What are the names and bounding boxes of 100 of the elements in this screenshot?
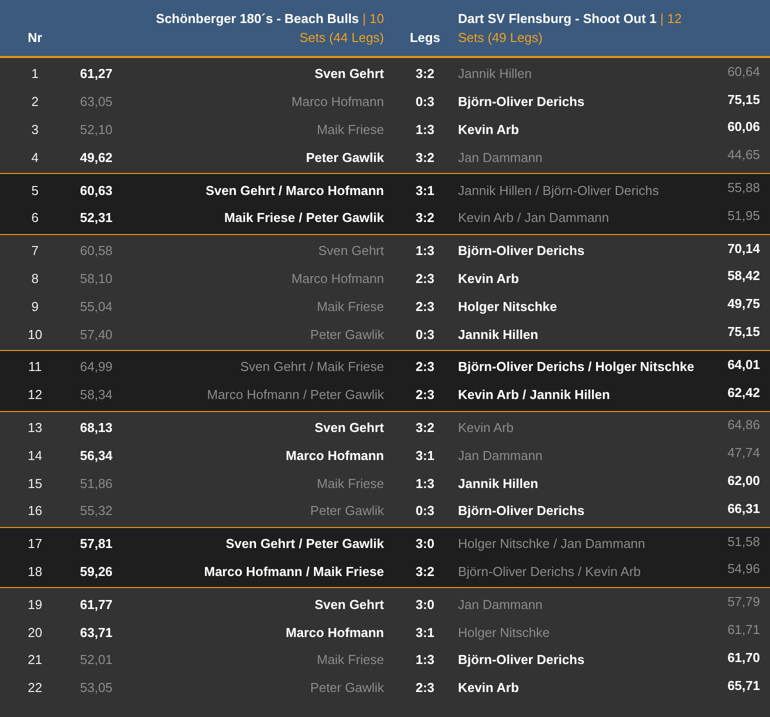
- table-cell-text: Jannik Hillen: [457, 326, 540, 342]
- table-cell-text: 2:3: [414, 270, 436, 286]
- table-cell-text: Björn-Oliver Derichs / Holger Nitschke: [457, 359, 696, 374]
- table-cell-text: 5: [30, 182, 40, 198]
- table-cell-text: 1:3: [414, 476, 436, 491]
- table-cell-text: 3:2: [414, 66, 436, 82]
- table-cell-text: 14: [26, 448, 44, 463]
- table-cell-text: Kevin Arb / Jannik Hillen: [457, 387, 611, 402]
- table-cell-text: 68,13: [79, 420, 114, 435]
- table-cell-text: 60,64: [726, 64, 761, 79]
- table-cell-text: 3:1: [414, 182, 436, 198]
- table-cell-text: Jan Dammann: [457, 596, 544, 612]
- table-cell-text: Sven Gehrt: [314, 66, 385, 82]
- table-cell-text: 64,86: [726, 417, 761, 432]
- table-cell-text: Maik Friese: [316, 298, 385, 314]
- table-cell-text: Jannik Hillen / Björn-Oliver Derichs: [457, 182, 660, 198]
- table-cell-text: 61,27: [79, 66, 114, 82]
- team-score: | 10: [362, 11, 384, 26]
- table-cell-text: Björn-Oliver Derichs: [457, 94, 586, 110]
- table-cell-text: 3: [30, 122, 40, 137]
- table-cell-text: Jan Dammann: [457, 448, 544, 463]
- column-header: Legs: [408, 28, 442, 44]
- table-cell-text: 1:3: [414, 122, 436, 137]
- table-cell-text: 58,34: [79, 387, 114, 402]
- table-cell-text: 2:3: [414, 359, 436, 374]
- table-cell-text: 4: [30, 150, 40, 165]
- table-cell-text: Peter Gawlik: [309, 326, 385, 342]
- table-cell-text: 61,70: [726, 650, 761, 665]
- table-cell-text: Jan Dammann: [457, 150, 544, 165]
- table-cell-text: 2:3: [414, 298, 436, 314]
- table-cell-text: 0:3: [414, 94, 436, 110]
- table-cell-text: Holger Nitschke: [457, 624, 551, 640]
- team-name: Schönberger 180´s - Beach Bulls: [156, 11, 359, 26]
- table-cell-text: 60,06: [726, 119, 761, 134]
- table-cell-text: 57,79: [726, 594, 761, 610]
- table-cell-text: 59,26: [79, 564, 114, 579]
- table-cell-text: Marco Hofmann: [284, 624, 385, 640]
- table-cell-text: 2: [30, 94, 40, 110]
- table-cell-text: 75,15: [726, 92, 761, 107]
- table-cell-text: 0:3: [414, 326, 436, 342]
- table-cell-text: 60,58: [79, 243, 114, 258]
- table-cell-text: 1:3: [414, 243, 436, 258]
- table-cell-text: 61,71: [726, 622, 761, 638]
- table-cell-text: 20: [26, 624, 44, 640]
- column-header: Nr: [26, 28, 44, 44]
- table-cell-text: Marco Hofmann: [290, 94, 385, 110]
- table-cell-text: 54,96: [726, 561, 761, 576]
- table-cell-text: 57,40: [79, 326, 114, 342]
- table-cell-text: 3:0: [414, 536, 436, 552]
- table-cell-text: 6: [30, 210, 40, 226]
- table-cell-text: Björn-Oliver Derichs: [457, 243, 586, 258]
- table-cell-text: 3:1: [414, 448, 436, 463]
- table-cell-text: 64,99: [79, 359, 114, 374]
- table-cell-text: 3:2: [414, 420, 436, 435]
- table-cell-text: 52,01: [79, 652, 114, 668]
- table-cell-text: Sven Gehrt / Marco Hofmann: [204, 182, 385, 198]
- table-cell-text: Björn-Oliver Derichs: [457, 652, 586, 668]
- table-cell-text: Kevin Arb: [457, 122, 520, 137]
- table-cell-text: Kevin Arb: [457, 270, 520, 286]
- table-cell-text: 7: [30, 243, 40, 258]
- table-cell-text: Jannik Hillen: [457, 66, 533, 82]
- table-cell-text: 17: [26, 536, 44, 552]
- table-cell-text: Sven Gehrt: [314, 596, 385, 612]
- table-cell-text: 56,34: [79, 448, 114, 463]
- table-cell-text: 49,62: [79, 150, 114, 165]
- table-cell-text: 18: [26, 564, 44, 579]
- table-cell-text: 2:3: [414, 680, 436, 696]
- table-cell-text: 47,74: [726, 445, 761, 460]
- table-cell-text: 12: [26, 387, 44, 402]
- team-name: Dart SV Flensburg - Shoot Out 1: [458, 11, 657, 26]
- table-cell-text: 51,58: [726, 534, 761, 549]
- table-cell-text: 16: [26, 503, 44, 518]
- table-cell-text: 21: [26, 652, 44, 668]
- table-cell-text: 52,31: [79, 210, 114, 226]
- table-cell-text: 51,86: [79, 476, 114, 491]
- table-cell-text: Holger Nitschke / Jan Dammann: [457, 536, 646, 552]
- table-cell-text: 22: [26, 680, 44, 696]
- table-cell-text: 15: [26, 476, 44, 491]
- table-cell-text: 1: [30, 66, 40, 82]
- table-cell-text: Peter Gawlik: [309, 680, 385, 696]
- table-cell-text: 58,10: [79, 270, 114, 286]
- table-cell-text: 2:3: [414, 387, 436, 402]
- table-cell-text: 53,05: [79, 680, 114, 696]
- table-cell-text: Peter Gawlik: [309, 503, 385, 518]
- table-cell-text: 63,71: [79, 624, 114, 640]
- table-cell-text: 55,88: [726, 180, 761, 196]
- table-cell-text: Björn-Oliver Derichs: [457, 503, 586, 518]
- table-cell-text: Sven Gehrt / Maik Friese: [239, 359, 385, 374]
- table-cell-text: 3:0: [414, 596, 436, 612]
- table-cell-text: Peter Gawlik: [304, 150, 385, 165]
- table-cell-text: 62,00: [726, 473, 761, 488]
- table-cell-text: 62,42: [726, 384, 761, 400]
- table-cell-text: Maik Friese: [316, 476, 385, 491]
- table-cell-text: 55,04: [79, 298, 114, 314]
- table-cell-text: 9: [30, 298, 40, 314]
- team-summary: Sets (44 Legs): [299, 29, 384, 47]
- table-cell-text: Kevin Arb: [457, 420, 515, 435]
- table-cell-text: 10: [26, 326, 44, 342]
- table-cell-text: Marco Hofmann / Maik Friese: [203, 564, 385, 579]
- table-cell-text: 75,15: [726, 324, 761, 340]
